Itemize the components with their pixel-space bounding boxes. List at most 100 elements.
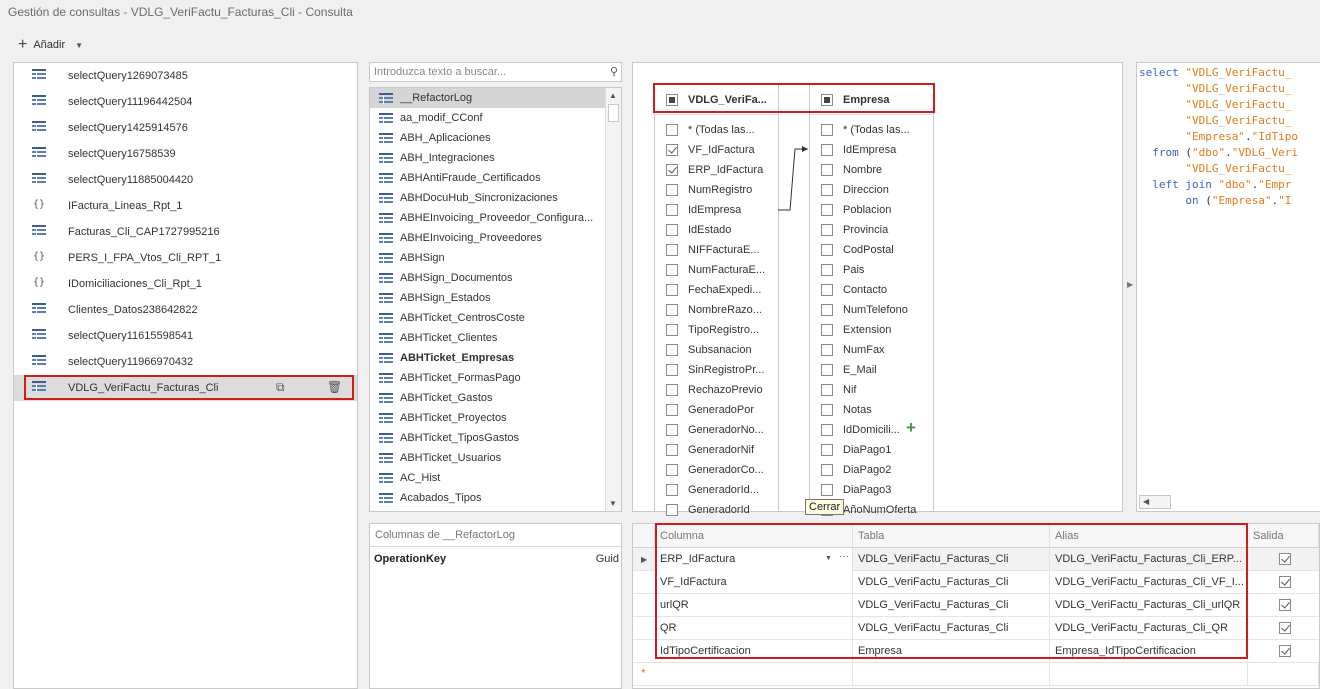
columns-panel: Columnas de __RefactorLog OperationKey G… — [369, 523, 622, 689]
grid-row[interactable]: IdTipoCertificacion Empresa Empresa_IdTipo… — [633, 640, 1319, 663]
grid-header-output[interactable]: Salida — [1248, 524, 1319, 548]
output-checkbox[interactable] — [1279, 599, 1291, 611]
scroll-down-icon[interactable]: ▼ — [609, 499, 617, 508]
table-icon — [31, 147, 47, 161]
grid-cell-alias[interactable]: VDLG_VeriFactu_Facturas_Cli_ERP... — [1050, 548, 1248, 571]
grid-cell-column[interactable]: ERP_IdFactura — [655, 548, 853, 571]
grid-row[interactable]: QR VDLG_VeriFactu_Facturas_Cli VDLG_VeriFa… — [633, 617, 1319, 640]
chevron-right-icon[interactable]: ▶ — [1127, 280, 1133, 289]
query-list-item[interactable]: VDLG_VeriFactu_Facturas_Cli ⧉ 🗑 — [14, 375, 357, 401]
table-list-item[interactable]: ABHTicket_Clientes — [370, 328, 606, 348]
grid-cell-empty[interactable] — [655, 663, 853, 686]
table-list-item[interactable]: ABHSign — [370, 248, 606, 268]
grid-cell-table[interactable]: Empresa — [853, 640, 1050, 663]
grid-header-alias[interactable]: Alias — [1050, 524, 1248, 548]
query-list-item[interactable]: selectQuery11966970432 — [14, 349, 357, 375]
table-list-item[interactable]: aa_modif_CConf — [370, 108, 606, 128]
table-list-item[interactable]: ABHTicket_TiposGastos — [370, 428, 606, 448]
grid-cell-empty[interactable] — [1248, 663, 1319, 686]
table-list-item[interactable]: ABHEInvoicing_Proveedores — [370, 228, 606, 248]
table-list-item[interactable]: ABHSign_Documentos — [370, 268, 606, 288]
table-list-item[interactable]: ABHEInvoicing_Proveedor_Configura... — [370, 208, 606, 228]
table-list-item[interactable]: ABH_Aplicaciones — [370, 128, 606, 148]
grid-cell-empty[interactable] — [853, 663, 1050, 686]
query-list-item[interactable]: selectQuery1425914576 — [14, 115, 357, 141]
grid-cell-table[interactable]: VDLG_VeriFactu_Facturas_Cli — [853, 548, 1050, 571]
table-list-item[interactable]: AC_Hist — [370, 468, 606, 488]
trash-icon[interactable]: 🗑 — [327, 380, 342, 394]
query-list-item[interactable]: selectQuery16758539 — [14, 141, 357, 167]
table-list-item[interactable]: ABHTicket_Usuarios — [370, 448, 606, 468]
table-list-item[interactable]: __RefactorLog — [370, 88, 606, 108]
scroll-thumb[interactable] — [608, 104, 619, 122]
grid-header-column[interactable]: Columna — [655, 524, 853, 548]
grid-row[interactable]: ▶ ERP_IdFactura VDLG_VeriFactu_Facturas_Cl… — [633, 548, 1319, 571]
grid-cell-table[interactable]: VDLG_VeriFactu_Facturas_Cli — [853, 617, 1050, 640]
sql-token: "Empresa" — [1185, 130, 1245, 143]
table-list-item[interactable]: ABHTicket_Gastos — [370, 388, 606, 408]
table-list-item[interactable]: ABHTicket_CentrosCoste — [370, 308, 606, 328]
add-button[interactable]: + Añadir ▼ — [18, 37, 83, 53]
table-list-item[interactable]: ABHSign_Estados — [370, 288, 606, 308]
search-icon[interactable]: ⚲ — [610, 65, 618, 78]
table-list-scrollbar[interactable]: ▲ ▼ — [605, 88, 621, 511]
scroll-up-icon[interactable]: ▲ — [609, 91, 617, 100]
grid-cell-table[interactable]: VDLG_VeriFactu_Facturas_Cli — [853, 571, 1050, 594]
grid-cell-alias[interactable]: VDLG_VeriFactu_Facturas_Cli_QR — [1050, 617, 1248, 640]
output-checkbox[interactable] — [1279, 553, 1291, 565]
table-list-item[interactable]: ABHTicket_Empresas — [370, 348, 606, 368]
ellipsis-icon[interactable]: ··· — [839, 551, 849, 562]
query-list-item[interactable]: selectQuery11196442504 — [14, 89, 357, 115]
sql-text[interactable]: select "VDLG_VeriFactu_ "VDLG_VeriFactu_… — [1139, 65, 1298, 209]
output-checkbox[interactable] — [1279, 576, 1291, 588]
query-list-item-label: VDLG_VeriFactu_Facturas_Cli — [68, 382, 219, 394]
query-list-item[interactable]: {} PERS_I_FPA_Vtos_Cli_RPT_1 — [14, 245, 357, 271]
grid-row[interactable]: VF_IdFactura VDLG_VeriFactu_Facturas_Cli V… — [633, 571, 1319, 594]
dropdown-icon[interactable]: ▼ — [825, 555, 832, 562]
panel-splitter[interactable]: ▶ — [1124, 62, 1136, 512]
query-list-item[interactable]: Clientes_Datos238642822 — [14, 297, 357, 323]
grid-cell-empty[interactable] — [1050, 663, 1248, 686]
sql-token: "VDLG_Veri — [1231, 146, 1298, 159]
table-list-item-label: ABHTicket_Usuarios — [400, 452, 502, 464]
grid-cell-alias[interactable]: Empresa_IdTipoCertificacion — [1050, 640, 1248, 663]
table-list-item[interactable]: ABHDocuHub_Sincronizaciones — [370, 188, 606, 208]
search-input[interactable]: Introduzca texto a buscar... ⚲ — [369, 62, 622, 82]
sql-hscrollbar[interactable]: ◀ — [1139, 495, 1171, 509]
table-list-item[interactable]: ABH_Integraciones — [370, 148, 606, 168]
column-name: OperationKey — [374, 553, 447, 565]
grid-cell-column[interactable]: IdTipoCertificacion — [655, 640, 853, 663]
grid-cell-column[interactable]: urlQR — [655, 594, 853, 617]
query-list-item[interactable]: Facturas_Cli_CAP1727995216 — [14, 219, 357, 245]
grid-header-table[interactable]: Tabla — [853, 524, 1050, 548]
grid-cell-column[interactable]: QR — [655, 617, 853, 640]
grid-cell-column[interactable]: VF_IdFactura — [655, 571, 853, 594]
query-list-item[interactable]: selectQuery11885004420 — [14, 167, 357, 193]
table-list-item[interactable]: ABHAntiFraude_Certificados — [370, 168, 606, 188]
query-list-item[interactable]: selectQuery1269073485 — [14, 63, 357, 89]
table-icon — [379, 133, 393, 144]
table-list-item-label: AC_Hist — [400, 472, 441, 484]
query-list-item[interactable]: {} IFactura_Lineas_Rpt_1 — [14, 193, 357, 219]
scroll-left-icon[interactable]: ◀ — [1143, 497, 1149, 506]
chevron-down-icon[interactable]: ▼ — [75, 41, 83, 50]
table-icon — [379, 193, 393, 204]
sql-token: select — [1139, 66, 1186, 79]
query-list-item[interactable]: {} IDomiciliaciones_Cli_Rpt_1 — [14, 271, 357, 297]
grid-new-row[interactable]: * — [633, 663, 1319, 686]
add-field-icon[interactable]: + — [906, 418, 916, 438]
output-checkbox[interactable] — [1279, 645, 1291, 657]
table-list-item[interactable]: ABHTicket_Proyectos — [370, 408, 606, 428]
output-checkbox[interactable] — [1279, 622, 1291, 634]
grid-row[interactable]: urlQR VDLG_VeriFactu_Facturas_Cli VDLG_Ver… — [633, 594, 1319, 617]
table-list-item[interactable]: Acabados_Tipos — [370, 488, 606, 508]
sql-editor[interactable]: select "VDLG_VeriFactu_ "VDLG_VeriFactu_… — [1136, 62, 1320, 512]
table-list-item[interactable]: ABHTicket_FormasPago — [370, 368, 606, 388]
copy-icon[interactable]: ⧉ — [276, 380, 285, 395]
column-row[interactable]: OperationKey Guid — [374, 553, 619, 565]
query-list-item[interactable]: selectQuery11615598541 — [14, 323, 357, 349]
grid-cell-table[interactable]: VDLG_VeriFactu_Facturas_Cli — [853, 594, 1050, 617]
grid-cell-alias[interactable]: VDLG_VeriFactu_Facturas_Cli_VF_I... — [1050, 571, 1248, 594]
grid-cell-alias[interactable]: VDLG_VeriFactu_Facturas_Cli_urlQR — [1050, 594, 1248, 617]
